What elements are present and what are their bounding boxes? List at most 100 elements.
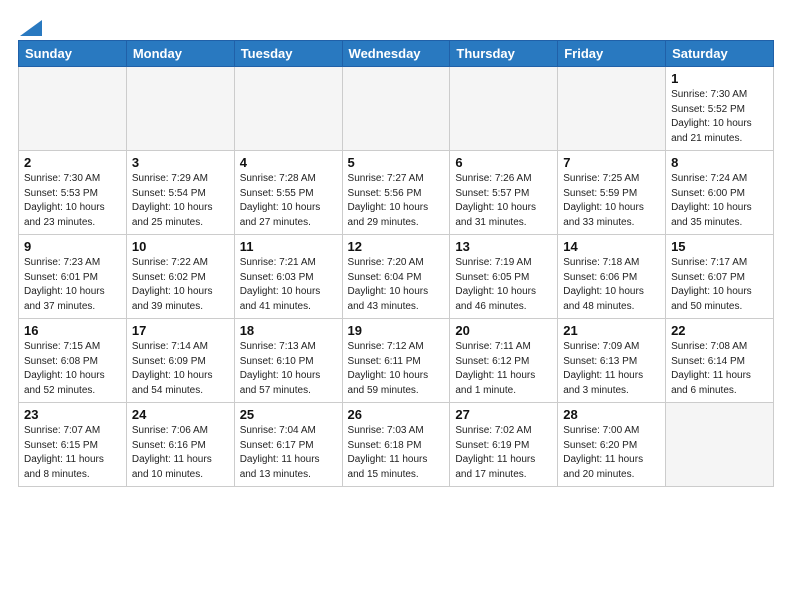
weekday-header-tuesday: Tuesday — [234, 41, 342, 67]
day-number: 24 — [132, 407, 229, 422]
day-number: 10 — [132, 239, 229, 254]
calendar-cell: 14 Sunrise: 7:18 AM Sunset: 6:06 PM Dayli… — [558, 235, 666, 319]
day-number: 23 — [24, 407, 121, 422]
calendar-week-5: 23 Sunrise: 7:07 AM Sunset: 6:15 PM Dayli… — [19, 403, 774, 487]
calendar-cell — [666, 403, 774, 487]
calendar-cell — [558, 67, 666, 151]
calendar-cell: 10 Sunrise: 7:22 AM Sunset: 6:02 PM Dayli… — [126, 235, 234, 319]
day-number: 9 — [24, 239, 121, 254]
day-info: Sunrise: 7:28 AM Sunset: 5:55 PM Dayligh… — [240, 172, 337, 230]
calendar-cell — [342, 67, 450, 151]
calendar-cell: 13 Sunrise: 7:19 AM Sunset: 6:05 PM Dayli… — [450, 235, 558, 319]
day-number: 8 — [671, 155, 768, 170]
day-info: Sunrise: 7:21 AM Sunset: 6:03 PM Dayligh… — [240, 256, 337, 314]
calendar-cell: 7 Sunrise: 7:25 AM Sunset: 5:59 PM Daylig… — [558, 151, 666, 235]
calendar-week-4: 16 Sunrise: 7:15 AM Sunset: 6:08 PM Dayli… — [19, 319, 774, 403]
calendar-cell — [234, 67, 342, 151]
calendar-cell: 18 Sunrise: 7:13 AM Sunset: 6:10 PM Dayli… — [234, 319, 342, 403]
day-info: Sunrise: 7:19 AM Sunset: 6:05 PM Dayligh… — [455, 256, 552, 314]
day-number: 7 — [563, 155, 660, 170]
logo-icon — [20, 20, 42, 36]
day-number: 27 — [455, 407, 552, 422]
calendar-cell: 22 Sunrise: 7:08 AM Sunset: 6:14 PM Dayli… — [666, 319, 774, 403]
calendar-page: SundayMondayTuesdayWednesdayThursdayFrid… — [0, 0, 792, 497]
calendar-cell: 25Sunrise: 7:04 AM Sunset: 6:17 PM Dayli… — [234, 403, 342, 487]
calendar-cell: 27 Sunrise: 7:02 AM Sunset: 6:19 PM Dayli… — [450, 403, 558, 487]
calendar-cell: 8 Sunrise: 7:24 AM Sunset: 6:00 PM Daylig… — [666, 151, 774, 235]
day-info: Sunrise: 7:25 AM Sunset: 5:59 PM Dayligh… — [563, 172, 660, 230]
day-number: 5 — [348, 155, 445, 170]
day-number: 14 — [563, 239, 660, 254]
day-number: 13 — [455, 239, 552, 254]
header — [18, 18, 774, 30]
calendar-cell: 20 Sunrise: 7:11 AM Sunset: 6:12 PM Dayli… — [450, 319, 558, 403]
calendar-cell: 28 Sunrise: 7:00 AM Sunset: 6:20 PM Dayli… — [558, 403, 666, 487]
weekday-header-wednesday: Wednesday — [342, 41, 450, 67]
calendar-cell: 12 Sunrise: 7:20 AM Sunset: 6:04 PM Dayli… — [342, 235, 450, 319]
calendar-cell: 11 Sunrise: 7:21 AM Sunset: 6:03 PM Dayli… — [234, 235, 342, 319]
day-number: 22 — [671, 323, 768, 338]
day-info: Sunrise: 7:12 AM Sunset: 6:11 PM Dayligh… — [348, 340, 445, 398]
weekday-header-saturday: Saturday — [666, 41, 774, 67]
day-info: Sunrise: 7:22 AM Sunset: 6:02 PM Dayligh… — [132, 256, 229, 314]
day-number: 3 — [132, 155, 229, 170]
day-info: Sunrise: 7:24 AM Sunset: 6:00 PM Dayligh… — [671, 172, 768, 230]
weekday-header-sunday: Sunday — [19, 41, 127, 67]
day-number: 11 — [240, 239, 337, 254]
day-info: Sunrise: 7:08 AM Sunset: 6:14 PM Dayligh… — [671, 340, 768, 398]
calendar-cell — [450, 67, 558, 151]
calendar-cell: 2Sunrise: 7:30 AM Sunset: 5:53 PM Daylig… — [19, 151, 127, 235]
day-number: 1 — [671, 71, 768, 86]
weekday-header-row: SundayMondayTuesdayWednesdayThursdayFrid… — [19, 41, 774, 67]
calendar-cell: 19Sunrise: 7:12 AM Sunset: 6:11 PM Dayli… — [342, 319, 450, 403]
calendar-cell: 4 Sunrise: 7:28 AM Sunset: 5:55 PM Daylig… — [234, 151, 342, 235]
day-info: Sunrise: 7:13 AM Sunset: 6:10 PM Dayligh… — [240, 340, 337, 398]
weekday-header-monday: Monday — [126, 41, 234, 67]
day-number: 18 — [240, 323, 337, 338]
day-info: Sunrise: 7:02 AM Sunset: 6:19 PM Dayligh… — [455, 424, 552, 482]
calendar-cell — [19, 67, 127, 151]
day-info: Sunrise: 7:20 AM Sunset: 6:04 PM Dayligh… — [348, 256, 445, 314]
day-info: Sunrise: 7:11 AM Sunset: 6:12 PM Dayligh… — [455, 340, 552, 398]
day-number: 4 — [240, 155, 337, 170]
day-info: Sunrise: 7:27 AM Sunset: 5:56 PM Dayligh… — [348, 172, 445, 230]
calendar-table: SundayMondayTuesdayWednesdayThursdayFrid… — [18, 40, 774, 487]
day-info: Sunrise: 7:03 AM Sunset: 6:18 PM Dayligh… — [348, 424, 445, 482]
calendar-cell: 6Sunrise: 7:26 AM Sunset: 5:57 PM Daylig… — [450, 151, 558, 235]
calendar-cell: 15Sunrise: 7:17 AM Sunset: 6:07 PM Dayli… — [666, 235, 774, 319]
calendar-week-3: 9 Sunrise: 7:23 AM Sunset: 6:01 PM Daylig… — [19, 235, 774, 319]
calendar-week-1: 1 Sunrise: 7:30 AM Sunset: 5:52 PM Daylig… — [19, 67, 774, 151]
day-number: 20 — [455, 323, 552, 338]
calendar-cell: 16 Sunrise: 7:15 AM Sunset: 6:08 PM Dayli… — [19, 319, 127, 403]
calendar-cell: 17 Sunrise: 7:14 AM Sunset: 6:09 PM Dayli… — [126, 319, 234, 403]
day-number: 26 — [348, 407, 445, 422]
day-info: Sunrise: 7:06 AM Sunset: 6:16 PM Dayligh… — [132, 424, 229, 482]
day-info: Sunrise: 7:30 AM Sunset: 5:52 PM Dayligh… — [671, 88, 768, 146]
calendar-cell: 23 Sunrise: 7:07 AM Sunset: 6:15 PM Dayli… — [19, 403, 127, 487]
day-info: Sunrise: 7:23 AM Sunset: 6:01 PM Dayligh… — [24, 256, 121, 314]
day-info: Sunrise: 7:29 AM Sunset: 5:54 PM Dayligh… — [132, 172, 229, 230]
day-info: Sunrise: 7:14 AM Sunset: 6:09 PM Dayligh… — [132, 340, 229, 398]
calendar-cell: 3 Sunrise: 7:29 AM Sunset: 5:54 PM Daylig… — [126, 151, 234, 235]
calendar-cell — [126, 67, 234, 151]
day-info: Sunrise: 7:07 AM Sunset: 6:15 PM Dayligh… — [24, 424, 121, 482]
day-number: 6 — [455, 155, 552, 170]
calendar-cell: 1 Sunrise: 7:30 AM Sunset: 5:52 PM Daylig… — [666, 67, 774, 151]
calendar-cell: 21Sunrise: 7:09 AM Sunset: 6:13 PM Dayli… — [558, 319, 666, 403]
day-number: 17 — [132, 323, 229, 338]
day-number: 28 — [563, 407, 660, 422]
calendar-week-2: 2Sunrise: 7:30 AM Sunset: 5:53 PM Daylig… — [19, 151, 774, 235]
day-info: Sunrise: 7:04 AM Sunset: 6:17 PM Dayligh… — [240, 424, 337, 482]
calendar-cell: 9 Sunrise: 7:23 AM Sunset: 6:01 PM Daylig… — [19, 235, 127, 319]
day-info: Sunrise: 7:18 AM Sunset: 6:06 PM Dayligh… — [563, 256, 660, 314]
day-info: Sunrise: 7:15 AM Sunset: 6:08 PM Dayligh… — [24, 340, 121, 398]
calendar-cell: 24 Sunrise: 7:06 AM Sunset: 6:16 PM Dayli… — [126, 403, 234, 487]
calendar-cell: 26 Sunrise: 7:03 AM Sunset: 6:18 PM Dayli… — [342, 403, 450, 487]
day-number: 12 — [348, 239, 445, 254]
day-number: 21 — [563, 323, 660, 338]
weekday-header-thursday: Thursday — [450, 41, 558, 67]
calendar-cell: 5 Sunrise: 7:27 AM Sunset: 5:56 PM Daylig… — [342, 151, 450, 235]
day-number: 15 — [671, 239, 768, 254]
day-number: 16 — [24, 323, 121, 338]
day-info: Sunrise: 7:00 AM Sunset: 6:20 PM Dayligh… — [563, 424, 660, 482]
